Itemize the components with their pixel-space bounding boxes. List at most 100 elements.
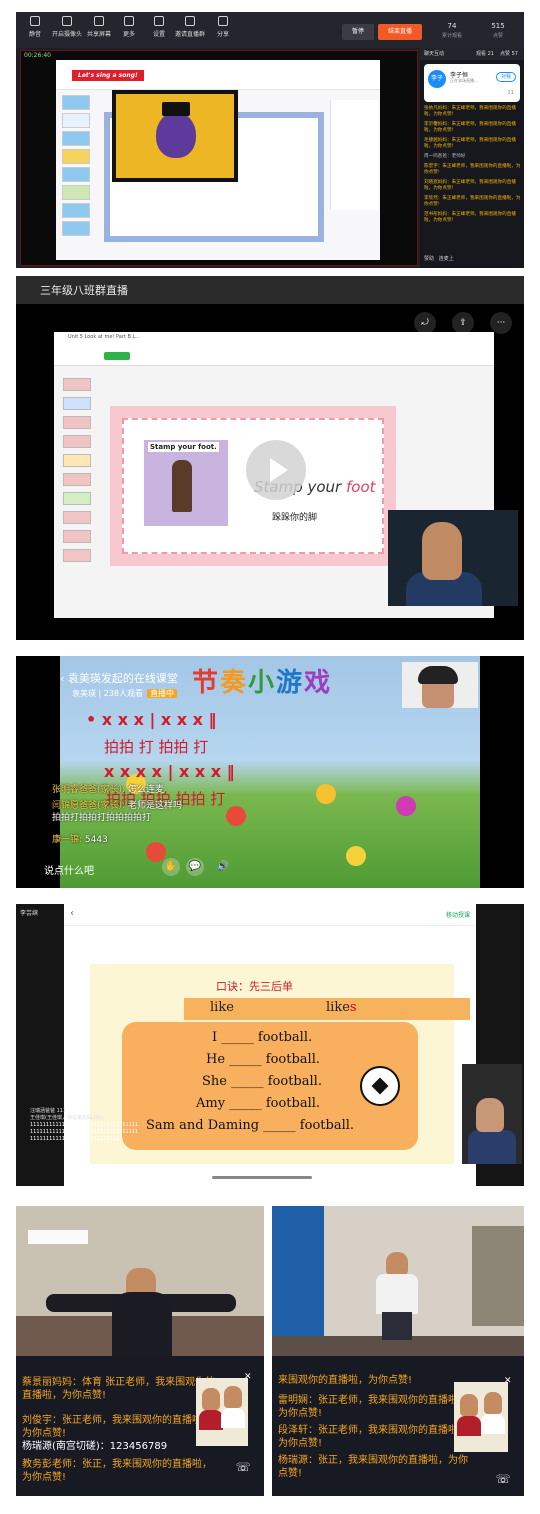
camera-button[interactable]: 开启摄像头 [50, 16, 84, 38]
song-video[interactable] [112, 90, 238, 182]
student-face [476, 1098, 504, 1132]
host-card: 李子 李子恒 正在本场直播... 对我 21 [424, 64, 520, 102]
home-indicator [212, 1176, 312, 1179]
hat-shape [162, 102, 190, 116]
exercise-line: Amy _____ football. [196, 1096, 321, 1111]
like-banner: like likes [184, 998, 470, 1020]
air-conditioner [28, 1230, 88, 1244]
title-char: 戏 [304, 668, 333, 698]
more-icon[interactable]: ··· [490, 312, 512, 334]
flower [316, 784, 336, 804]
chat-message: 范书彤妈妈：朱正峰老师，我来围观你的直播啦，为你点赞! [424, 212, 516, 223]
flower [396, 796, 416, 816]
student-video [16, 1206, 264, 1356]
document-class-view: 李芸缤 ‹ 移动授课 口诀：先三后单 like likes I _____ fo… [16, 904, 524, 1186]
share-button[interactable]: 分享 [206, 16, 240, 38]
avatar: 李子 [428, 70, 446, 88]
more-icon [124, 16, 134, 26]
live-badge: 直播中 [147, 689, 178, 698]
teacher-tab[interactable]: 李芸缤 [20, 908, 38, 917]
call-icon[interactable]: ☏ [234, 1458, 252, 1476]
chat-message: 李欣然：朱正峰老师，我来围观你的直播啦，为你点赞! [424, 196, 521, 207]
pause-button[interactable]: 暂停 [342, 24, 374, 40]
student-camera [388, 510, 518, 606]
close-icon[interactable]: ✕ [504, 1376, 512, 1386]
slide-thumbnails[interactable] [58, 92, 94, 258]
close-icon[interactable]: ✕ [244, 1372, 252, 1382]
total-views: 74 累计观看 [441, 22, 462, 39]
chat-messages: 张依凡妈妈：朱正峰老师，我来围观你的直播啦，为你点赞! 李沂馨妈妈：朱正峰老师，… [424, 106, 522, 228]
comment: 来围观你的直播啦，为你点赞! [278, 1375, 413, 1386]
teacher-hair [418, 666, 458, 684]
exercise-line: Sam and Daming _____ football. [146, 1118, 355, 1133]
tab-watchers[interactable]: 观看 21 [476, 50, 494, 57]
page-title: 三年级八班群直播 [16, 276, 524, 304]
more-button[interactable]: 更多 [112, 16, 146, 38]
rhythm-row-1: • x x x | x x x ‖ [86, 710, 217, 729]
raise-hand-icon[interactable]: ✋ [162, 858, 180, 876]
flower [346, 846, 366, 866]
chat-message: 毛捷越妈妈：朱正峰老师，我来围观你的直播啦，为你点赞! [424, 138, 516, 149]
teacher-pip[interactable] [196, 1378, 248, 1446]
comment: 教务彭老师：张正，我来围观你的直播啦，为你点赞! [22, 1459, 212, 1483]
classroom-title: ‹ 袁美瑛发起的在线课堂 [60, 672, 178, 685]
invite-icon [185, 16, 195, 26]
host-count: 21 [507, 90, 514, 96]
comment: 张明睿爸爸(家长): 怎么连麦 [52, 785, 164, 795]
chat-message: 陈宏宇：朱正峰老师，我来围观你的直播啦，为你点赞! [424, 164, 521, 175]
student-body [468, 1130, 516, 1164]
end-live-button[interactable]: 结束直播 [378, 24, 422, 40]
invite-button[interactable]: 邀请直播群 [170, 16, 210, 38]
play-icon[interactable] [246, 440, 306, 500]
share-icon[interactable]: ⇪ [452, 312, 474, 334]
comment: 刘俊宇：张正老师，我来围观你的直播啦，为你点赞! [22, 1415, 212, 1439]
play-slideshow-button[interactable] [104, 352, 130, 360]
student-camera [462, 1064, 522, 1164]
comment-input[interactable]: 说点什么吧 [44, 862, 94, 877]
comment: 蔡景丽妈妈：体育 张正老师，我来围观你的直播啦，为你点赞! [22, 1377, 216, 1401]
chat-footer: 赞助 连麦上 [424, 256, 454, 262]
football-icon [360, 1066, 400, 1106]
follow-button[interactable]: 对我 [496, 72, 516, 82]
title-char: 游 [276, 668, 305, 698]
rotate-icon[interactable]: ⤾ [414, 312, 436, 334]
comment: 雷明娴：张正老师，我来围观你的直播啦，为你点赞! [278, 1395, 468, 1419]
back-icon[interactable]: ‹ [70, 908, 74, 919]
chinese-translation: 跺跺你的脚 [272, 513, 318, 523]
share-icon [218, 16, 228, 26]
wall-photo [472, 1226, 524, 1326]
mobile-teach-button[interactable]: 移动授课 [446, 910, 470, 919]
slide-banner: Let's sing a song! [72, 70, 144, 81]
flower [146, 842, 166, 862]
share-screen-button[interactable]: 共享屏幕 [82, 16, 116, 38]
student-face [386, 1252, 408, 1276]
chat-panel: 聊天互动 观看 21 点赞 57 李子 李子恒 正在本场直播... 对我 21 … [420, 48, 524, 268]
monster-character [156, 112, 196, 158]
mute-button[interactable]: 静音 [18, 16, 52, 38]
flower [226, 806, 246, 826]
slide-thumbnails[interactable] [60, 372, 96, 610]
tab-likes[interactable]: 点赞 57 [500, 50, 518, 57]
speaker-icon[interactable]: 🔊 [210, 858, 236, 876]
exercise-line: I _____ football. [212, 1030, 313, 1045]
gear-icon [154, 16, 164, 26]
tab-chat[interactable]: 聊天互动 [424, 50, 444, 57]
screen-share-icon [94, 16, 104, 26]
chat-icon[interactable]: 💬 [186, 858, 204, 876]
pe-live-right: 来围观你的直播啦，为你点赞! 雷明娴：张正老师，我来围观你的直播啦，为你点赞! … [272, 1206, 524, 1496]
ppt-title: Unit 5 Look at me! Part B.L... [68, 334, 141, 340]
group-live-view: 三年级八班群直播 ⤾ ⇪ ··· Unit 5 Look at me! Part… [16, 276, 524, 640]
exercise-line: She _____ football. [202, 1074, 322, 1089]
chat-message: 周一鸣爸爸：老师好 [424, 154, 466, 159]
pe-live-left: 蔡景丽妈妈：体育 张正老师，我来围观你的直播啦，为你点赞! 刘俊宇：张正老师，我… [16, 1206, 264, 1496]
teacher-pip[interactable] [454, 1382, 508, 1452]
back-icon[interactable]: ‹ [60, 672, 68, 685]
host-status: 正在本场直播... [450, 78, 478, 83]
teacher-camera [402, 662, 478, 708]
comment: 杨瑞源(南宫切磋)：123456789 [22, 1441, 168, 1452]
student-face [422, 522, 462, 580]
rhythm-text-1: 拍拍 打 拍拍 打 [104, 738, 209, 756]
chat-message: 李沂馨妈妈：朱正峰老师，我来围观你的直播啦，为你点赞! [424, 122, 516, 133]
rhythm-row-2: x x x x | x x x ‖ [104, 762, 235, 781]
call-icon[interactable]: ☏ [494, 1470, 512, 1488]
